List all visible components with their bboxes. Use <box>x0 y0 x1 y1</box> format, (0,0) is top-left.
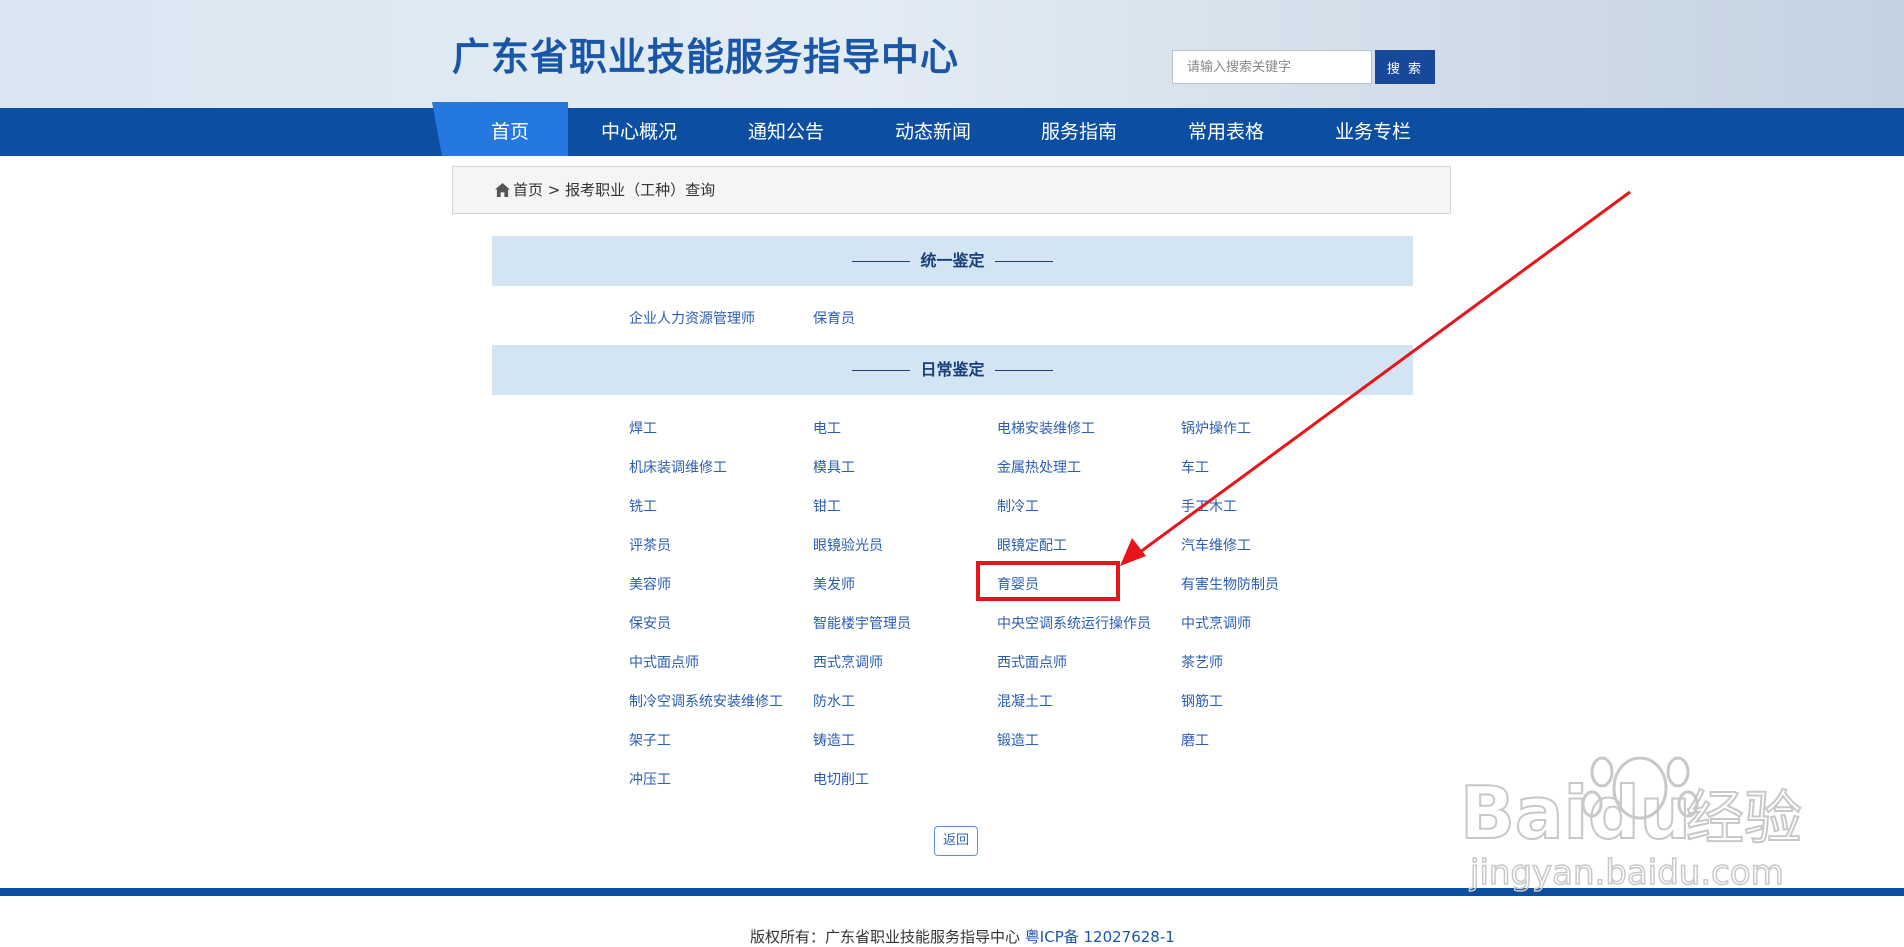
section-header-unified: 统一鉴定 <box>492 236 1413 286</box>
occupation-link[interactable]: 电切削工 <box>813 769 869 789</box>
occupation-link[interactable]: 育婴员 <box>997 574 1039 594</box>
watermark-url: jingyan.baidu.com <box>1469 853 1784 893</box>
section-header-daily: 日常鉴定 <box>492 345 1413 395</box>
footer-divider <box>0 888 1904 896</box>
occupation-link[interactable]: 机床装调维修工 <box>629 457 727 477</box>
occupation-link[interactable]: 电梯安装维修工 <box>997 418 1095 438</box>
nav-item-forms[interactable]: 常用表格 <box>1156 108 1296 156</box>
footer-copyright: 版权所有：广东省职业技能服务指导中心 粤ICP备 12027628-1 <box>750 926 1175 947</box>
occupation-link[interactable]: 车工 <box>1181 457 1209 477</box>
site-title: 广东省职业技能服务指导中心 <box>452 35 960 79</box>
occupation-link[interactable]: 锻造工 <box>997 730 1039 750</box>
nav-item-news[interactable]: 动态新闻 <box>863 108 1003 156</box>
occupation-link[interactable]: 茶艺师 <box>1181 652 1223 672</box>
nav-item-notices[interactable]: 通知公告 <box>716 108 856 156</box>
occupation-link[interactable]: 模具工 <box>813 457 855 477</box>
baidu-watermark: Baidu 经验 jingyan.baidu.com <box>1460 756 1803 894</box>
search-input[interactable] <box>1172 50 1372 84</box>
breadcrumb-home-link[interactable]: 首页 <box>513 181 543 199</box>
home-icon <box>495 183 510 197</box>
nav-item-about[interactable]: 中心概况 <box>569 108 709 156</box>
occupation-link[interactable]: 企业人力资源管理师 <box>629 308 755 328</box>
divider-line <box>852 370 911 371</box>
occupation-link[interactable]: 汽车维修工 <box>1181 535 1251 555</box>
occupation-link[interactable]: 中式面点师 <box>629 652 699 672</box>
icp-link[interactable]: 粤ICP备 12027628-1 <box>1025 928 1175 946</box>
occupation-link[interactable]: 有害生物防制员 <box>1181 574 1279 594</box>
section-title-unified: 统一鉴定 <box>920 251 985 270</box>
occupation-link[interactable]: 智能楼宇管理员 <box>813 613 911 633</box>
watermark-brand: Baidu <box>1460 771 1691 855</box>
return-button[interactable]: 返回 <box>934 826 978 856</box>
occupation-link[interactable]: 制冷工 <box>997 496 1039 516</box>
search-button[interactable]: 搜 索 <box>1375 50 1435 84</box>
occupation-link[interactable]: 西式烹调师 <box>813 652 883 672</box>
occupation-link[interactable]: 铣工 <box>629 496 657 516</box>
occupation-link[interactable]: 钳工 <box>813 496 841 516</box>
occupation-link[interactable]: 钢筋工 <box>1181 691 1223 711</box>
breadcrumb-separator: > <box>547 181 561 199</box>
watermark-suffix: 经验 <box>1686 784 1802 852</box>
occupation-link[interactable]: 眼镜验光员 <box>813 535 883 555</box>
occupation-link[interactable]: 磨工 <box>1181 730 1209 750</box>
occupation-link[interactable]: 电工 <box>813 418 841 438</box>
occupation-link[interactable]: 中央空调系统运行操作员 <box>997 613 1151 633</box>
occupation-link[interactable]: 架子工 <box>629 730 671 750</box>
occupation-link[interactable]: 西式面点师 <box>997 652 1067 672</box>
occupation-link[interactable]: 评茶员 <box>629 535 671 555</box>
occupation-link[interactable]: 保育员 <box>813 308 855 328</box>
occupation-link[interactable]: 锅炉操作工 <box>1181 418 1251 438</box>
occupation-link[interactable]: 制冷空调系统安装维修工 <box>629 691 783 711</box>
occupation-link[interactable]: 防水工 <box>813 691 855 711</box>
occupation-link[interactable]: 美容师 <box>629 574 671 594</box>
annotation-arrowhead <box>1120 538 1146 566</box>
divider-line <box>994 261 1053 262</box>
occupation-link[interactable]: 手工木工 <box>1181 496 1237 516</box>
nav-item-home[interactable]: 首页 <box>440 108 580 156</box>
occupation-link[interactable]: 混凝土工 <box>997 691 1053 711</box>
occupation-link[interactable]: 焊工 <box>629 418 657 438</box>
nav-item-business[interactable]: 业务专栏 <box>1303 108 1443 156</box>
copyright-text: 版权所有：广东省职业技能服务指导中心 <box>750 928 1021 946</box>
breadcrumb-current: 报考职业（工种）查询 <box>565 181 716 199</box>
divider-line <box>852 261 911 262</box>
occupation-link[interactable]: 金属热处理工 <box>997 457 1081 477</box>
nav-item-service-guide[interactable]: 服务指南 <box>1009 108 1149 156</box>
breadcrumb: 首页 > 报考职业（工种）查询 <box>452 166 1451 214</box>
occupation-link[interactable]: 冲压工 <box>629 769 671 789</box>
occupation-link[interactable]: 美发师 <box>813 574 855 594</box>
occupation-link[interactable]: 铸造工 <box>813 730 855 750</box>
section-title-daily: 日常鉴定 <box>920 360 985 379</box>
occupation-link[interactable]: 眼镜定配工 <box>997 535 1067 555</box>
occupation-link[interactable]: 保安员 <box>629 613 671 633</box>
occupation-link[interactable]: 中式烹调师 <box>1181 613 1251 633</box>
divider-line <box>994 370 1053 371</box>
